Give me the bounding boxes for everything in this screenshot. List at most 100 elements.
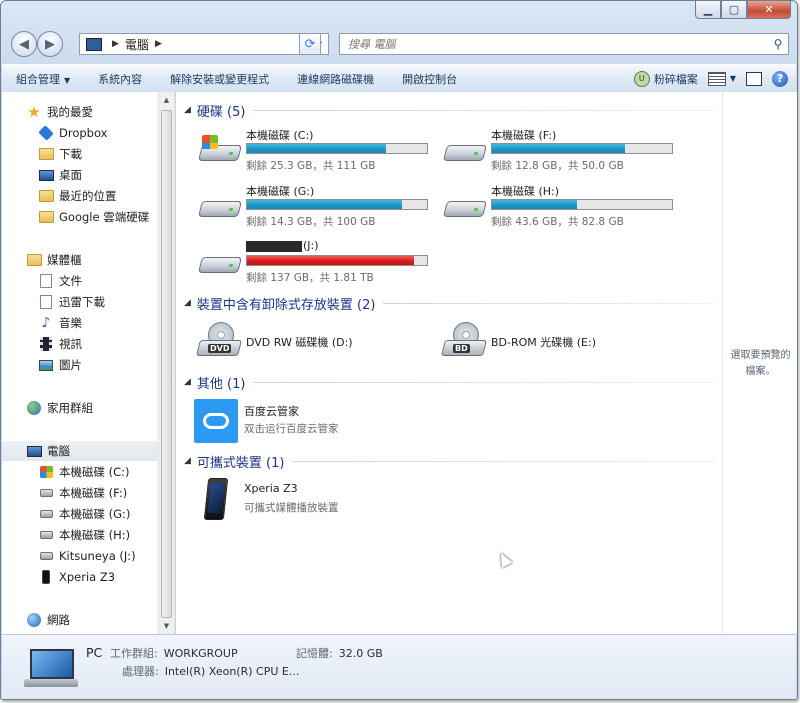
cpu-label: 處理器: [122,665,159,678]
nav-computer[interactable]: 電腦 [2,441,158,461]
drive-j[interactable]: (J:) 剩餘 137 GB，共 1.81 TB [196,239,436,289]
memory-row: 記憶體: 32.0 GB [296,645,383,661]
drive-e-bd[interactable]: BD BD-ROM 光碟機 (E:) [441,320,681,364]
hard-drive-icon [441,135,487,165]
item-name: 百度云管家 [244,405,299,418]
desktop-icon [38,167,54,183]
nav-libraries[interactable]: 媒體櫃 [26,250,158,270]
minimize-button[interactable]: ▁ [695,1,721,19]
organize-label: 組合管理 [16,72,60,86]
explorer-window: ▁ ▢ ✕ ◀ ▶ ▶ 電腦 ▶ ▼ ⟳ ⚲ 組合管理 ▼ 系統內容 解除安裝或變… [0,0,798,700]
drive-d-dvd[interactable]: DVD DVD RW 磁碟機 (D:) [196,320,436,364]
shred-button[interactable]: U 粉碎檔案 [633,70,698,87]
breadcrumb-computer[interactable]: 電腦 [125,36,149,53]
nav-favorites[interactable]: ★ 我的最愛 [26,102,158,122]
drive-usage-bar [491,199,673,210]
refresh-icon: ⟳ [304,36,316,52]
google-drive-folder-icon [38,209,54,225]
nav-scrollbar[interactable]: ▲ ▼ [158,92,175,634]
nav-network[interactable]: 網路 [26,610,158,630]
hard-drive-icon [38,548,54,564]
nav-drive-g[interactable]: 本機磁碟 (G:) [38,504,158,524]
baidu-cloud-item[interactable]: 百度云管家 双击运行百度云管家 [194,399,434,445]
scrollbar-thumb[interactable] [161,110,172,618]
map-network-drive-button[interactable]: 連線網路磁碟機 [283,71,388,87]
drive-name: 本機磁碟 (H:) [491,185,560,198]
organize-menu[interactable]: 組合管理 ▼ [2,71,84,87]
drive-free-space: 剩餘 43.6 GB，共 82.8 GB [491,216,624,228]
hard-drive-icon [196,247,242,277]
nav-downloads[interactable]: 下載 [38,144,158,164]
collapse-icon: ◢ [184,105,191,115]
forward-button[interactable]: ▶ [37,31,63,57]
preview-pane-button[interactable] [746,71,762,86]
nav-label: 圖片 [59,358,82,372]
back-button[interactable]: ◀ [11,31,37,57]
view-button[interactable]: ▼ [707,71,736,86]
workgroup-value: WORKGROUP [163,647,238,660]
drive-f[interactable]: 本機磁碟 (F:) 剩餘 12.8 GB，共 50.0 GB [441,127,681,177]
close-button[interactable]: ✕ [747,1,791,19]
nav-recent[interactable]: 最近的位置 [38,186,158,206]
search-box[interactable]: ⚲ [339,33,789,55]
cpu-row: 處理器: Intel(R) Xeon(R) CPU E... [122,663,299,679]
help-button[interactable]: ? [772,70,788,87]
group-header-portable[interactable]: ◢ 可攜式裝置 (1) [184,452,714,471]
computer-icon [26,443,42,459]
nav-label: 視訊 [59,337,82,351]
address-bar[interactable]: ▶ 電腦 ▶ ▼ [79,33,329,55]
xperia-device-item[interactable]: Xperia Z3 可攜式媒體播放裝置 [194,478,434,524]
maximize-button[interactable]: ▢ [721,1,747,19]
nav-drive-f[interactable]: 本機磁碟 (F:) [38,483,158,503]
nav-xunlei[interactable]: 迅雷下載 [38,292,158,312]
memory-label: 記憶體: [296,647,333,660]
nav-music[interactable]: ♪ 音樂 [38,313,158,333]
nav-drive-c[interactable]: 本機磁碟 (C:) [38,462,158,482]
nav-google-drive[interactable]: Google 雲端硬碟 [38,207,158,227]
scroll-up-icon[interactable]: ▲ [159,92,174,108]
refresh-button[interactable]: ⟳ [299,33,321,55]
dropbox-icon [38,125,54,141]
nav-documents[interactable]: 文件 [38,271,158,291]
scroll-down-icon[interactable]: ▼ [159,618,174,634]
group-header-hdd[interactable]: ◢ 硬碟 (5) [184,101,714,120]
search-input[interactable] [346,36,768,52]
uninstall-button[interactable]: 解除安裝或變更程式 [156,71,283,87]
drive-letter: (J:) [303,239,319,252]
drive-h[interactable]: 本機磁碟 (H:) 剩餘 43.6 GB，共 82.8 GB [441,183,681,233]
nav-homegroup[interactable]: 家用群組 [26,398,158,418]
baidu-cloud-icon [194,399,238,443]
drive-g[interactable]: 本機磁碟 (G:) 剩餘 14.3 GB，共 100 GB [196,183,436,233]
drive-usage-fill [247,144,386,153]
nav-pictures[interactable]: 圖片 [38,355,158,375]
nav-drive-j[interactable]: Kitsuneya (J:) [38,546,158,566]
collapse-icon: ◢ [184,377,191,387]
control-panel-button[interactable]: 開啟控制台 [388,71,471,87]
group-title: 裝置中含有卸除式存放裝置 (2) [196,297,376,313]
breadcrumb-arrow-icon[interactable]: ▶ [155,39,162,49]
group-header-removable[interactable]: ◢ 裝置中含有卸除式存放裝置 (2) [184,294,714,313]
search-icon[interactable]: ⚲ [768,37,788,51]
nav-label: 最近的位置 [59,189,117,203]
nav-drive-h[interactable]: 本機磁碟 (H:) [38,525,158,545]
system-properties-button[interactable]: 系統內容 [84,71,156,87]
breadcrumb-arrow-icon: ▶ [112,39,119,49]
nav-desktop[interactable]: 桌面 [38,165,158,185]
drive-usage-bar [491,143,673,154]
mouse-cursor-icon [495,550,513,568]
details-pane: PC 工作群組: WORKGROUP 記憶體: 32.0 GB 處理器: Intel(… [2,634,796,699]
nav-videos[interactable]: 視訊 [38,334,158,354]
preview-pane: 選取要預覽的檔案。 [722,92,797,634]
nav-label: 電腦 [47,444,70,458]
memory-value: 32.0 GB [338,647,383,660]
collapse-icon: ◢ [184,456,191,466]
drive-usage-bar [246,143,428,154]
shred-label: 粉碎檔案 [653,72,698,86]
group-header-other[interactable]: ◢ 其他 (1) [184,373,714,392]
drive-free-space: 剩餘 137 GB，共 1.81 TB [246,272,374,284]
nav-dropbox[interactable]: Dropbox [38,123,158,143]
windows-drive-icon [38,464,54,480]
nav-label: Kitsuneya (J:) [59,549,136,563]
drive-c[interactable]: 本機磁碟 (C:) 剩餘 25.3 GB，共 111 GB [196,127,436,177]
nav-xperia[interactable]: Xperia Z3 [38,567,158,587]
